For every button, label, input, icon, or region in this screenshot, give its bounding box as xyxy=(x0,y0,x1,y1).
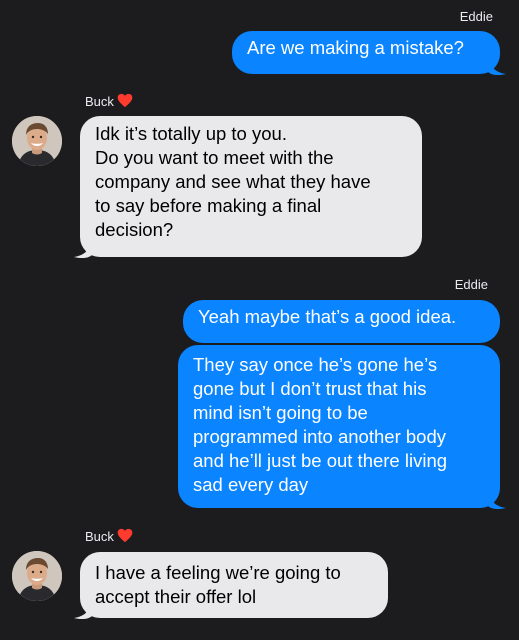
contact-photo-avatar[interactable] xyxy=(12,116,62,166)
message-text-line: company and see what they have xyxy=(95,171,371,192)
contact-photo-image xyxy=(12,116,62,166)
sender-name-label: Buck xyxy=(85,94,114,109)
sender-name-label: Buck xyxy=(85,529,114,544)
outgoing-message-bubble[interactable]: They say once he’s gone he’s gone but I … xyxy=(178,345,500,508)
sender-name-eddie: Eddie xyxy=(454,277,488,292)
message-text-line: programmed into another body xyxy=(193,426,446,447)
message-text-line: to say before making a final xyxy=(95,195,322,216)
message-text-line: mind isn’t going to be xyxy=(193,402,368,423)
message-text-line: Are we making a mistake? xyxy=(247,37,464,58)
message-text-line: sad every day xyxy=(193,474,309,495)
incoming-message-bubble[interactable]: I have a feeling we’re going to accept t… xyxy=(80,552,388,618)
contact-photo-image xyxy=(12,551,62,601)
message-text-line: They say once he’s gone he’s xyxy=(193,354,438,375)
message-text-line: Do you want to meet with the xyxy=(95,147,334,168)
message-text-line: accept their offer lol xyxy=(95,586,257,607)
message-text-line: I have a feeling we’re going to xyxy=(95,562,341,583)
incoming-bubble-tail xyxy=(74,239,92,259)
sender-name-buck: Buck xyxy=(85,528,133,545)
message-text-line: Yeah maybe that’s a good idea. xyxy=(198,306,457,327)
outgoing-message-bubble[interactable]: Yeah maybe that’s a good idea. xyxy=(183,300,500,343)
outgoing-message-bubble[interactable]: Are we making a mistake? xyxy=(232,31,500,74)
message-text-line: decision? xyxy=(95,219,174,240)
outgoing-bubble-tail xyxy=(488,56,506,76)
sender-name-buck: Buck xyxy=(85,93,133,110)
message-text-line: and he’ll just be out there living xyxy=(193,450,448,471)
red-heart-icon xyxy=(117,528,133,543)
message-text-line: gone but I don’t trust that his xyxy=(193,378,427,399)
outgoing-bubble-tail xyxy=(488,490,506,510)
incoming-bubble-tail xyxy=(74,600,92,620)
message-text-line: Idk it’s totally up to you. xyxy=(95,123,287,144)
contact-photo-avatar[interactable] xyxy=(12,551,62,601)
incoming-message-bubble[interactable]: Idk it’s totally up to you. Do you want … xyxy=(80,116,422,257)
red-heart-icon xyxy=(117,93,133,108)
sender-name-eddie: Eddie xyxy=(459,9,493,24)
